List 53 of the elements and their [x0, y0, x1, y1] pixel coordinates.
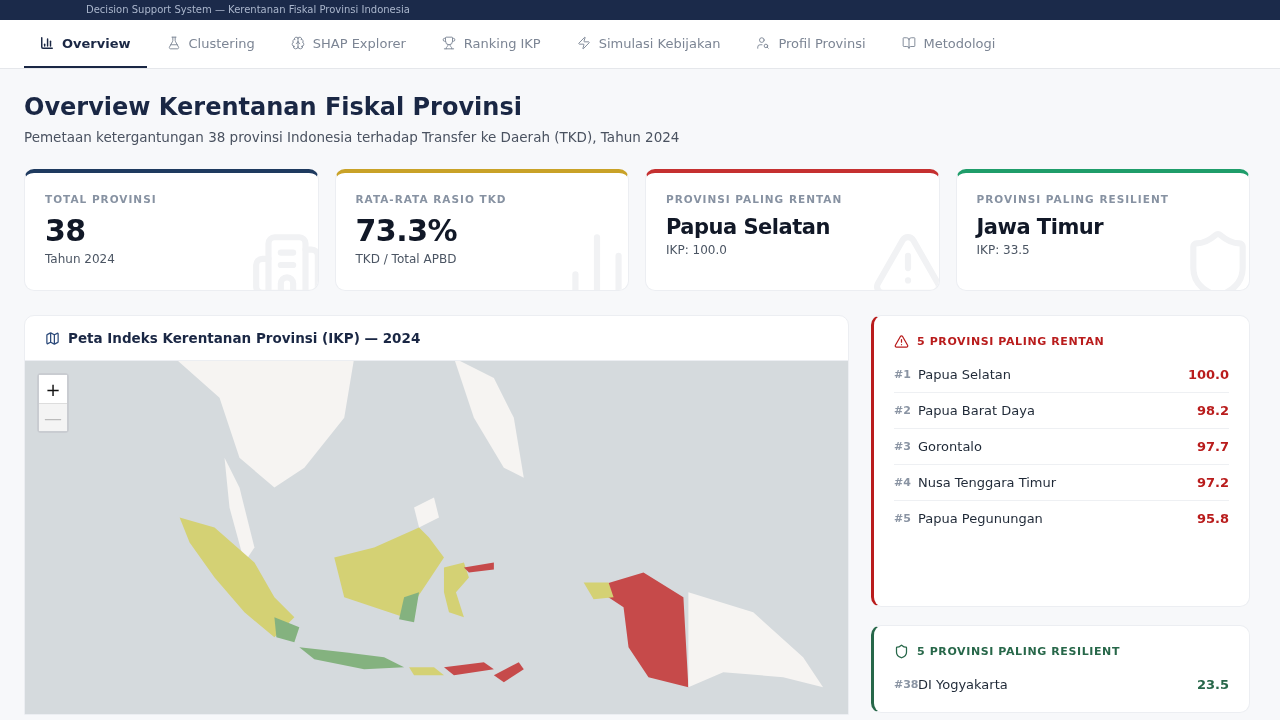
flask-icon — [166, 36, 181, 50]
ikp-score: 97.7 — [1196, 439, 1229, 454]
rank-number: #1 — [894, 368, 912, 381]
page-subtitle: Pemetaan ketergantungan 38 provinsi Indonesia terhadap Transfer ke Daerah (TKD), Tahun 2024 — [24, 129, 681, 145]
stat-note: IKP: 100.0 — [666, 243, 728, 257]
rank-number: #2 — [894, 404, 912, 417]
nav-tab[interactable]: SHAP Explorer — [274, 20, 422, 68]
rank-number: #4 — [894, 476, 912, 489]
stat-value: Papua Selatan — [666, 215, 831, 239]
bar-chart-icon — [40, 36, 54, 50]
stat-label: TOTAL PROVINSI — [45, 193, 158, 205]
ranking-title: 5 PROVINSI PALING RENTAN — [917, 335, 1105, 348]
user-icon — [756, 36, 771, 50]
nav-tab[interactable]: Profil Provinsi — [740, 20, 882, 68]
stat-label: PROVINSI PALING RESILIENT — [976, 193, 1170, 205]
stat-label: PROVINSI PALING RENTAN — [666, 193, 844, 205]
page-title: Overview Kerentanan Fiskal Provinsi — [24, 93, 523, 121]
stat-note: TKD / Total APBD — [355, 252, 458, 266]
warning-icon — [894, 334, 909, 349]
stat-value: 38 — [45, 213, 87, 248]
ikp-score: 100.0 — [1187, 367, 1229, 382]
stat-note: Tahun 2024 — [45, 252, 116, 266]
nav-tab[interactable]: Overview — [24, 20, 147, 68]
rank-number: #5 — [894, 512, 912, 525]
ikp-score: 97.2 — [1196, 475, 1229, 490]
shield-icon — [894, 644, 909, 659]
book-icon — [901, 36, 916, 50]
header-subtitle: Decision Support System — Kerentanan Fiskal Provinsi Indonesia — [86, 4, 410, 16]
nav-tab[interactable]: Simulasi Kebijakan — [560, 20, 737, 68]
brain-icon — [290, 36, 305, 50]
rank-number: #3 — [894, 440, 912, 453]
map-icon — [45, 330, 60, 346]
ikp-score: 98.2 — [1196, 403, 1229, 418]
rank-number: #38 — [894, 678, 918, 691]
ranking-title: 5 PROVINSI PALING RESILIENT — [917, 645, 1120, 658]
stat-value: Jawa Timur — [976, 215, 1105, 239]
province-name: Papua Pegunungan — [918, 511, 1044, 526]
province-name: Nusa Tenggara Timur — [918, 475, 1058, 490]
lightning-icon — [576, 36, 591, 50]
map-title: Peta Indeks Kerentanan Provinsi (IKP) — 2024 — [68, 330, 421, 346]
province-name: Papua Selatan — [918, 367, 1012, 382]
ikp-score: 23.5 — [1196, 677, 1229, 692]
province-name: Papua Barat Daya — [918, 403, 1036, 418]
ikp-score: 95.8 — [1196, 511, 1229, 526]
stat-label: RATA-RATA RASIO TKD — [355, 193, 508, 205]
trophy-icon — [441, 36, 456, 50]
nav-tab[interactable]: Clustering — [150, 20, 271, 68]
province-name: Gorontalo — [918, 439, 983, 454]
stat-value: 73.3% — [355, 213, 459, 248]
province-name: DI Yogyakarta — [918, 677, 1009, 692]
nav-tab[interactable]: Metodologi — [885, 20, 1012, 68]
nav-tab[interactable]: Ranking IKP — [425, 20, 557, 68]
stat-note: IKP: 33.5 — [976, 243, 1031, 257]
